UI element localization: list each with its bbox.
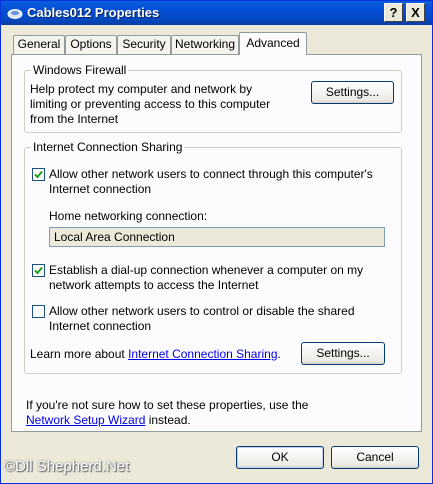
home-network-label: Home networking connection: bbox=[49, 209, 208, 223]
internet-connection-sharing-group: Internet Connection Sharing Allow other … bbox=[24, 140, 402, 374]
allow-control-label-line-2: Internet connection bbox=[49, 319, 152, 333]
ics-settings-button[interactable]: Settings... bbox=[301, 342, 385, 365]
window-title: Cables012 Properties bbox=[27, 5, 160, 20]
learn-more-text: Learn more about Internet Connection Sha… bbox=[30, 347, 281, 362]
windows-firewall-group-label: Windows Firewall bbox=[31, 63, 129, 77]
tab-advanced[interactable]: Advanced bbox=[239, 32, 307, 55]
ok-button[interactable]: OK bbox=[236, 446, 324, 469]
tab-networking[interactable]: Networking bbox=[171, 35, 239, 54]
wizard-hint-line-1: If you're not sure how to set these prop… bbox=[26, 398, 309, 412]
network-setup-wizard-link[interactable]: Network Setup Wizard bbox=[26, 413, 145, 427]
dialup-label-line-2: network attempts to access the Internet bbox=[49, 278, 259, 292]
cancel-button[interactable]: Cancel bbox=[331, 446, 419, 469]
tab-security[interactable]: Security bbox=[117, 35, 171, 54]
firewall-description-line-2: limiting or preventing access to this co… bbox=[30, 97, 271, 111]
title-bar[interactable]: Cables012 Properties ? X bbox=[1, 1, 432, 25]
dialup-checkbox[interactable] bbox=[32, 264, 45, 277]
network-cable-icon bbox=[7, 9, 23, 19]
close-button[interactable]: X bbox=[406, 3, 425, 22]
windows-firewall-group: Windows Firewall Help protect my compute… bbox=[24, 63, 402, 133]
allow-share-checkbox[interactable] bbox=[32, 168, 45, 181]
tab-general[interactable]: General bbox=[13, 35, 65, 54]
advanced-tab-panel: Windows Firewall Help protect my compute… bbox=[11, 54, 422, 432]
learn-more-prefix: Learn more about bbox=[30, 347, 129, 361]
firewall-description-line-3: from the Internet bbox=[30, 112, 119, 126]
checkmark-icon bbox=[34, 266, 43, 275]
learn-more-suffix: . bbox=[277, 347, 281, 361]
tab-options[interactable]: Options bbox=[65, 35, 117, 54]
ics-help-link[interactable]: Internet Connection Sharing bbox=[128, 347, 277, 361]
allow-control-label-line-1: Allow other network users to control or … bbox=[49, 304, 355, 318]
wizard-hint-line-2: Network Setup Wizard instead. bbox=[26, 413, 191, 428]
allow-share-label-line-1: Allow other network users to connect thr… bbox=[49, 167, 373, 181]
allow-control-checkbox[interactable] bbox=[32, 305, 45, 318]
firewall-settings-button[interactable]: Settings... bbox=[311, 81, 394, 104]
checkmark-icon bbox=[34, 170, 43, 179]
ics-group-label: Internet Connection Sharing bbox=[31, 140, 185, 154]
dialup-label-line-1: Establish a dial-up connection whenever … bbox=[49, 263, 364, 277]
properties-dialog: Cables012 Properties ? X General Options… bbox=[0, 0, 433, 484]
watermark: ©Dll Shepherd.Net bbox=[4, 458, 130, 475]
wizard-hint-suffix: instead. bbox=[145, 413, 191, 427]
help-button[interactable]: ? bbox=[384, 3, 403, 22]
home-network-connection-field[interactable]: Local Area Connection bbox=[49, 227, 385, 247]
firewall-description-line-1: Help protect my computer and network by bbox=[30, 82, 253, 96]
allow-share-label-line-2: Internet connection bbox=[49, 182, 152, 196]
